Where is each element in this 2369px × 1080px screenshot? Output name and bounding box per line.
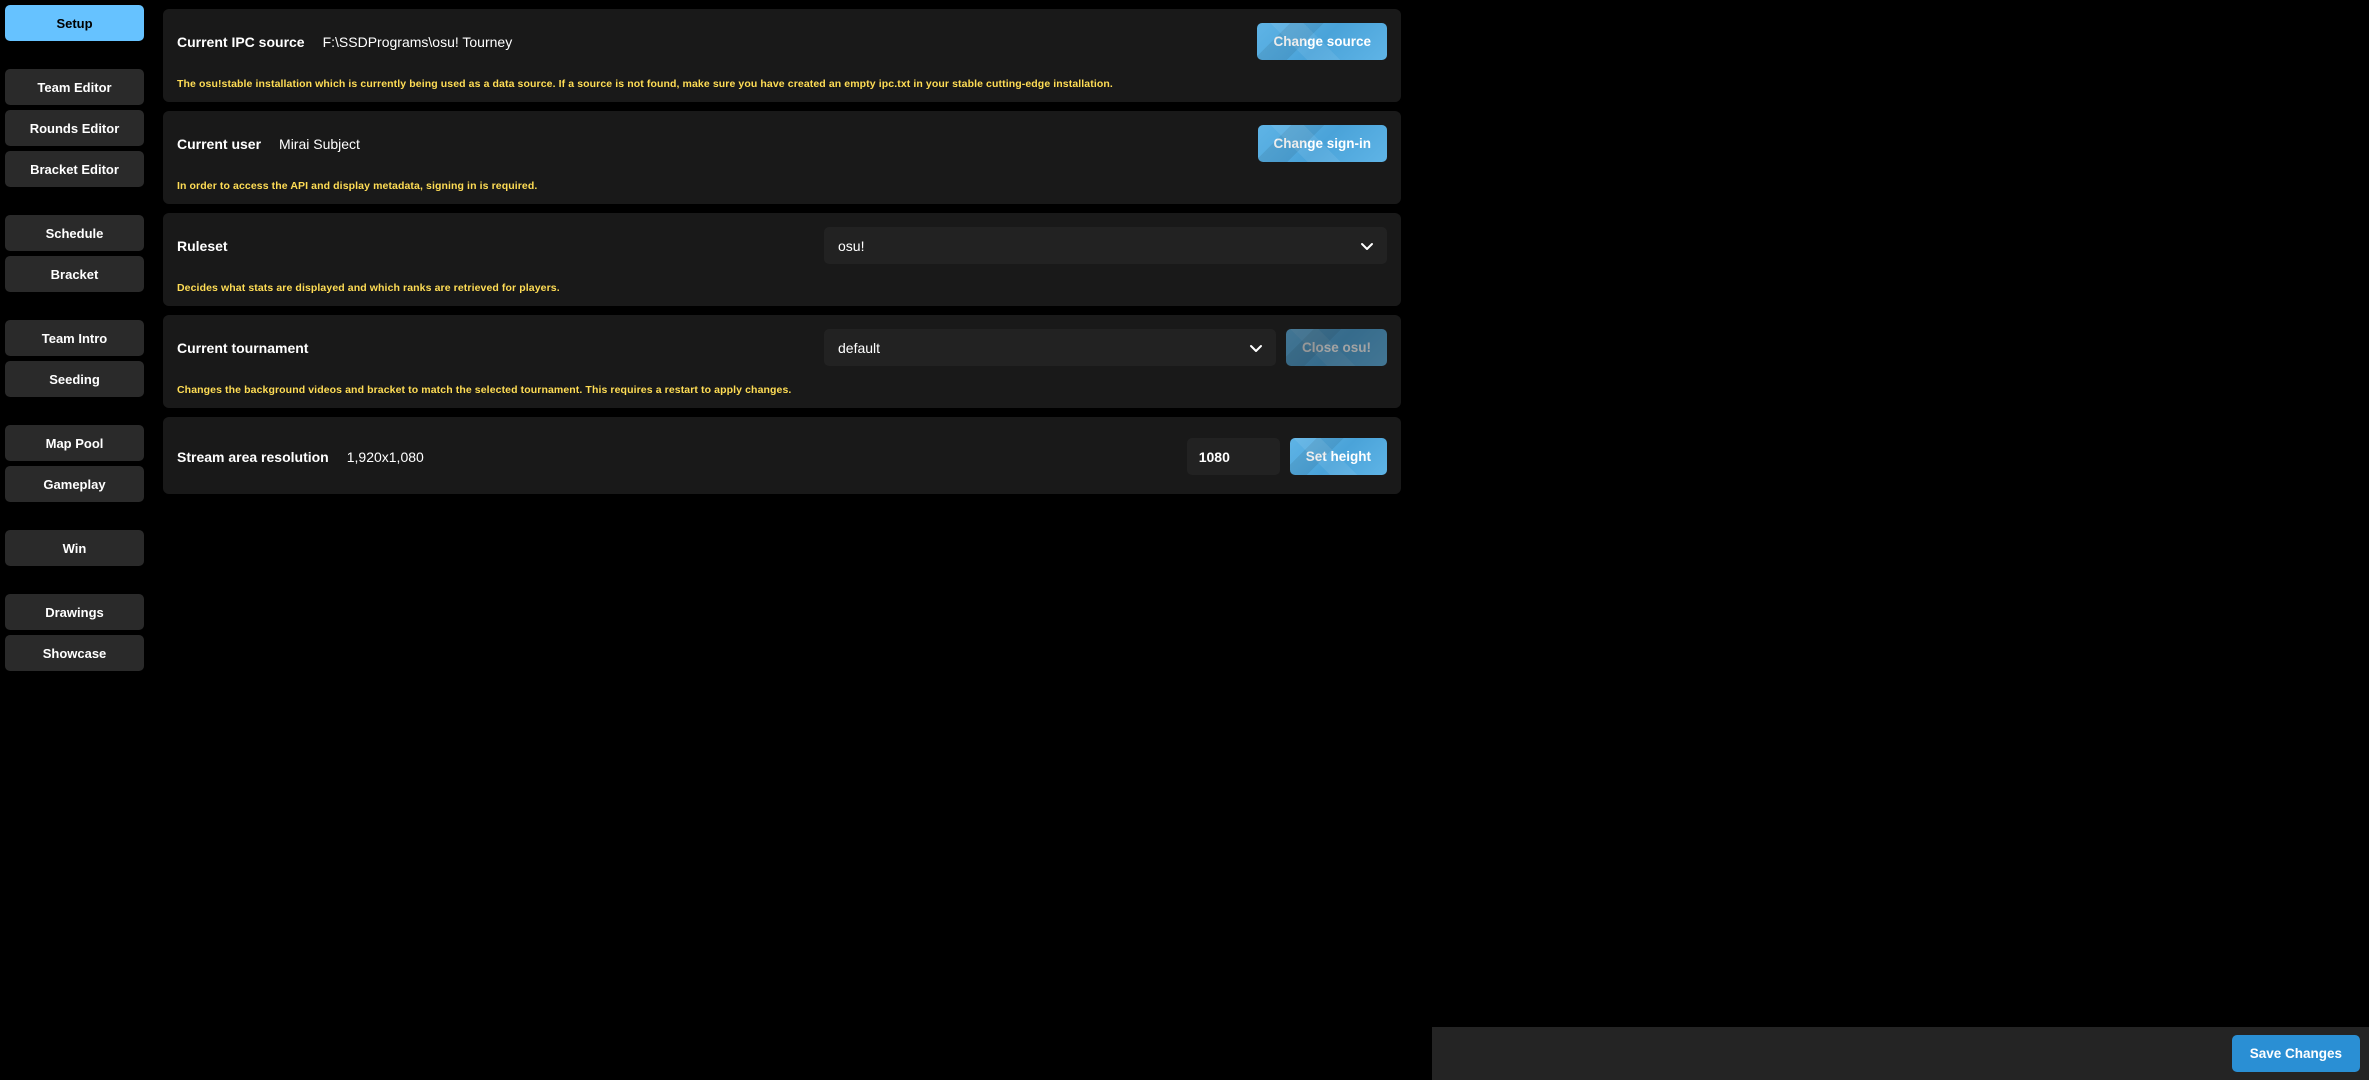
save-changes-button[interactable]: Save Changes xyxy=(2232,1035,2360,1072)
card-ipc-source: Current IPC source F:\SSDPrograms\osu! T… xyxy=(163,9,1401,102)
card-row: Ruleset osu! xyxy=(177,227,1387,264)
sidebar-group: Schedule Bracket xyxy=(5,215,144,292)
card-current-tournament: Current tournament default Close osu! Ch… xyxy=(163,315,1401,408)
current-user-help: In order to access the API and display m… xyxy=(177,180,1387,192)
card-stream-resolution: Stream area resolution 1,920x1,080 Set h… xyxy=(163,417,1401,494)
sidebar-item-gameplay[interactable]: Gameplay xyxy=(5,466,144,502)
right-controls: Change sign-in xyxy=(1258,125,1388,162)
set-height-button[interactable]: Set height xyxy=(1290,438,1387,475)
ruleset-select-value: osu! xyxy=(838,238,864,254)
tournament-label: Current tournament xyxy=(177,340,824,356)
sidebar-item-seeding[interactable]: Seeding xyxy=(5,361,144,397)
sidebar-item-drawings[interactable]: Drawings xyxy=(5,594,144,630)
sidebar-item-setup[interactable]: Setup xyxy=(5,5,144,41)
sidebar-item-bracket-editor[interactable]: Bracket Editor xyxy=(5,151,144,187)
ruleset-select[interactable]: osu! xyxy=(824,227,1387,264)
save-bar: Save Changes xyxy=(1432,1027,2369,1080)
height-input[interactable] xyxy=(1187,438,1280,475)
sidebar-item-map-pool[interactable]: Map Pool xyxy=(5,425,144,461)
change-sign-in-button[interactable]: Change sign-in xyxy=(1258,125,1388,162)
sidebar-group: Team Intro Seeding xyxy=(5,320,144,397)
ruleset-label: Ruleset xyxy=(177,238,824,254)
resolution-label: Stream area resolution xyxy=(177,449,329,465)
right-controls: Set height xyxy=(1187,438,1387,475)
card-current-user: Current user Mirai Subject Change sign-i… xyxy=(163,111,1401,204)
sidebar-item-win[interactable]: Win xyxy=(5,530,144,566)
sidebar-group: Win xyxy=(5,530,144,566)
sidebar-item-schedule[interactable]: Schedule xyxy=(5,215,144,251)
main-content: Current IPC source F:\SSDPrograms\osu! T… xyxy=(149,0,1415,1080)
sidebar: Setup Team Editor Rounds Editor Bracket … xyxy=(0,0,149,1080)
sidebar-group: Team Editor Rounds Editor Bracket Editor xyxy=(5,69,144,187)
sidebar-item-team-editor[interactable]: Team Editor xyxy=(5,69,144,105)
close-osu-button[interactable]: Close osu! xyxy=(1286,329,1387,366)
app-root: Setup Team Editor Rounds Editor Bracket … xyxy=(0,0,2369,1080)
tournament-select[interactable]: default xyxy=(824,329,1276,366)
ipc-source-label: Current IPC source xyxy=(177,34,305,50)
sidebar-item-rounds-editor[interactable]: Rounds Editor xyxy=(5,110,144,146)
sidebar-item-team-intro[interactable]: Team Intro xyxy=(5,320,144,356)
resolution-value: 1,920x1,080 xyxy=(347,449,424,465)
sidebar-item-bracket[interactable]: Bracket xyxy=(5,256,144,292)
card-row: Current user Mirai Subject Change sign-i… xyxy=(177,125,1387,162)
chevron-down-icon xyxy=(1359,238,1375,254)
sidebar-group: Drawings Showcase xyxy=(5,594,144,671)
right-controls: Change source xyxy=(1257,23,1387,60)
change-source-button[interactable]: Change source xyxy=(1257,23,1387,60)
ruleset-help: Decides what stats are displayed and whi… xyxy=(177,282,1387,294)
card-row: Current tournament default Close osu! xyxy=(177,329,1387,366)
tournament-help: Changes the background videos and bracke… xyxy=(177,384,1387,396)
sidebar-item-showcase[interactable]: Showcase xyxy=(5,635,144,671)
current-user-value: Mirai Subject xyxy=(279,136,360,152)
current-user-label: Current user xyxy=(177,136,261,152)
sidebar-group: Map Pool Gameplay xyxy=(5,425,144,502)
sidebar-group: Setup xyxy=(5,5,144,41)
ipc-source-value: F:\SSDPrograms\osu! Tourney xyxy=(323,34,513,50)
card-ruleset: Ruleset osu! Decides what stats are disp… xyxy=(163,213,1401,306)
card-row: Current IPC source F:\SSDPrograms\osu! T… xyxy=(177,23,1387,60)
chevron-down-icon xyxy=(1248,340,1264,356)
card-row: Stream area resolution 1,920x1,080 Set h… xyxy=(177,431,1387,482)
tournament-select-value: default xyxy=(838,340,880,356)
ipc-source-help: The osu!stable installation which is cur… xyxy=(177,78,1387,90)
